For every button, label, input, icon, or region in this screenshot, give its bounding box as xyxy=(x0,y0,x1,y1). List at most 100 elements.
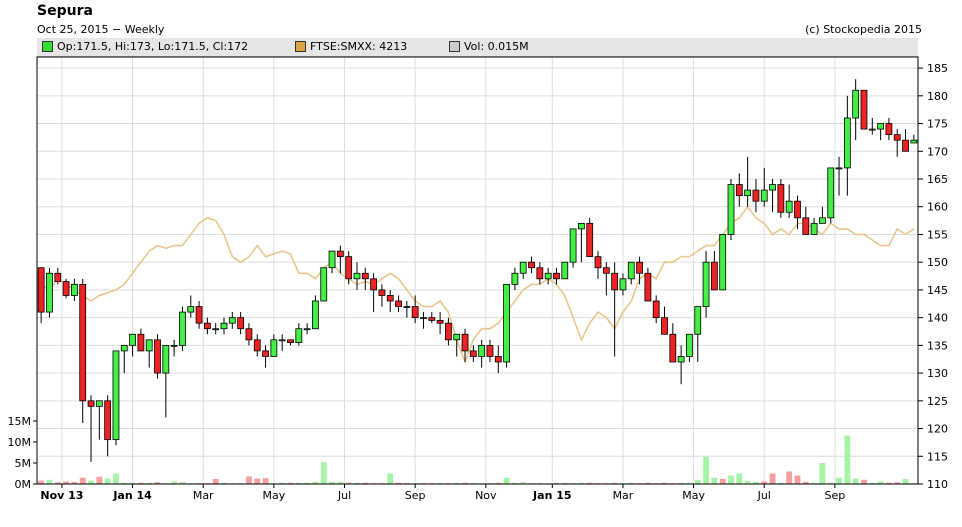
date-tick-label: Mar xyxy=(613,489,634,502)
candle-body xyxy=(120,344,128,352)
volume-bar xyxy=(79,477,86,484)
candle-body xyxy=(802,217,810,235)
volume-bar xyxy=(694,479,701,484)
candle-body xyxy=(910,139,918,144)
candle-body xyxy=(162,344,170,374)
volume-bar xyxy=(786,471,793,484)
candle-body xyxy=(361,272,369,280)
candle-body xyxy=(345,256,353,280)
price-tick-label: 185 xyxy=(927,62,948,75)
candle-body xyxy=(744,189,752,197)
candle-body xyxy=(686,333,693,357)
date-tick-label: May xyxy=(262,489,285,502)
candle-body xyxy=(187,306,195,313)
candle-body xyxy=(644,272,652,302)
date-tick-label: Sep xyxy=(405,489,426,502)
candle-body xyxy=(262,350,269,357)
candle-body xyxy=(370,278,378,291)
price-tick-label: 135 xyxy=(927,339,948,352)
price-tick-label: 180 xyxy=(927,90,948,103)
volume-bar xyxy=(262,478,269,484)
price-tick-label: 155 xyxy=(927,228,948,241)
volume-tick-label: 10M xyxy=(8,436,32,449)
candle-body xyxy=(220,322,228,330)
volume-bar xyxy=(728,475,734,484)
candle-body xyxy=(129,333,136,346)
candle-body xyxy=(619,278,627,291)
candle-body xyxy=(112,350,120,441)
candle-body xyxy=(760,189,768,202)
volume-bar xyxy=(769,473,776,484)
candle-body xyxy=(794,200,801,219)
price-tick-label: 165 xyxy=(927,173,948,186)
candle-body xyxy=(87,400,95,407)
candle-body xyxy=(503,283,510,363)
volume-bar xyxy=(703,456,709,484)
candle-body xyxy=(727,184,735,235)
candle-body xyxy=(494,356,502,363)
price-tick-label: 160 xyxy=(927,201,948,214)
candle-body xyxy=(411,306,419,319)
volume-bar xyxy=(212,478,219,484)
candle-body xyxy=(353,272,361,280)
candle-body xyxy=(137,333,145,352)
candle-body xyxy=(179,311,186,346)
volume-tick-label: 15M xyxy=(8,415,32,428)
candle-body xyxy=(669,333,677,363)
candle-body xyxy=(885,123,893,136)
price-tick-label: 125 xyxy=(927,395,948,408)
candle-body xyxy=(769,184,776,191)
candle-body xyxy=(752,189,760,202)
volume-bar xyxy=(503,477,510,484)
volume-bar xyxy=(736,473,743,484)
volume-bar xyxy=(113,473,119,484)
candle-body xyxy=(835,167,843,170)
candle-body xyxy=(320,267,328,302)
candle-body xyxy=(594,256,602,269)
volume-bar xyxy=(719,478,726,484)
volume-tick-label: 5M xyxy=(15,457,32,470)
candle-body xyxy=(37,267,45,313)
candle-body xyxy=(62,281,70,296)
candle-body xyxy=(810,222,818,235)
candle-body xyxy=(212,328,220,331)
candle-body xyxy=(395,300,402,307)
price-chart: 110 115 120 125 130 135 140 145 150 155 160 165 170 1… xyxy=(8,56,948,502)
volume-bar xyxy=(836,477,842,484)
date-tick-label: Mar xyxy=(193,489,214,502)
price-tick-label: 140 xyxy=(927,312,948,325)
candle-body xyxy=(735,184,743,197)
candle-body xyxy=(445,322,452,341)
date-tick-label: Sep xyxy=(825,489,846,502)
price-tick-label: 130 xyxy=(927,367,948,380)
candle-body xyxy=(104,400,112,441)
volume-bar xyxy=(46,479,53,484)
candle-body xyxy=(868,128,876,131)
candle-body xyxy=(203,322,211,330)
candle-body xyxy=(386,295,394,302)
volume-bar xyxy=(320,462,327,484)
candle-body xyxy=(95,400,103,407)
candle-body xyxy=(237,317,245,330)
candle-body xyxy=(170,344,178,347)
candle-body xyxy=(677,356,685,363)
candle-body xyxy=(453,333,461,341)
date-tick-label: Jan 15 xyxy=(532,489,571,502)
candle-body xyxy=(71,283,78,296)
volume-bar xyxy=(387,473,394,484)
volume-bar xyxy=(844,435,851,484)
price-tick-label: 175 xyxy=(927,118,948,131)
volume-bar xyxy=(794,475,801,484)
volume-bar xyxy=(711,477,718,484)
candle-body xyxy=(785,200,793,213)
price-tick-label: 110 xyxy=(927,478,948,491)
candle-body xyxy=(710,261,718,291)
candle-body xyxy=(228,317,236,324)
candle-body xyxy=(46,272,53,313)
price-tick-label: 115 xyxy=(927,450,948,463)
candle-body xyxy=(602,267,610,274)
volume-bar xyxy=(38,480,45,484)
volume-bar xyxy=(96,476,103,484)
date-tick-label: Nov xyxy=(475,489,497,502)
candle-body xyxy=(893,134,901,141)
